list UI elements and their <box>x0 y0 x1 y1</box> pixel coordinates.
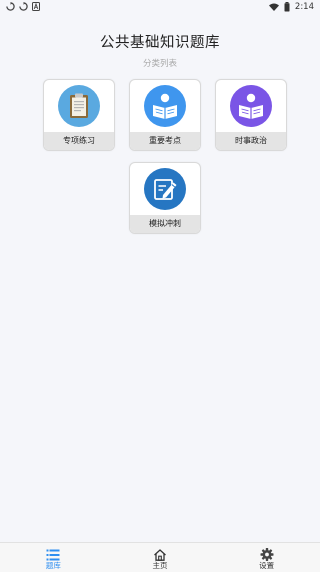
nav-item-question-bank[interactable]: 题库 <box>0 543 107 572</box>
category-card-key-points[interactable]: 重要考点 <box>129 79 201 151</box>
sync-icon <box>19 2 28 11</box>
category-card-special-practice[interactable]: 专项练习 <box>43 79 115 151</box>
page-title: 公共基础知识题库 <box>100 35 220 51</box>
bottom-nav: 题库 主页 设置 <box>0 542 320 572</box>
category-card-mock-sprint[interactable]: 模拟冲刺 <box>129 162 201 234</box>
category-label: 时事政治 <box>216 132 286 150</box>
reading-person-icon <box>230 85 272 127</box>
battery-icon <box>284 2 290 12</box>
notification-a-icon <box>32 2 40 11</box>
nav-label: 主页 <box>152 561 168 570</box>
category-card-current-affairs[interactable]: 时事政治 <box>215 79 287 151</box>
nav-item-settings[interactable]: 设置 <box>213 543 320 572</box>
nav-item-home[interactable]: 主页 <box>107 543 214 572</box>
reading-person-icon <box>144 85 186 127</box>
status-bar: 2:14 <box>0 0 320 14</box>
status-time: 2:14 <box>294 2 314 12</box>
category-label: 模拟冲刺 <box>130 215 200 233</box>
sync-icon <box>6 2 15 11</box>
edit-note-icon <box>144 168 186 210</box>
nav-label: 设置 <box>259 561 275 570</box>
category-label: 重要考点 <box>130 132 200 150</box>
wifi-icon <box>268 3 279 11</box>
page-subtitle: 分类列表 <box>142 59 177 69</box>
category-label: 专项练习 <box>44 132 114 150</box>
nav-label: 题库 <box>45 561 61 570</box>
clipboard-icon <box>58 85 100 127</box>
